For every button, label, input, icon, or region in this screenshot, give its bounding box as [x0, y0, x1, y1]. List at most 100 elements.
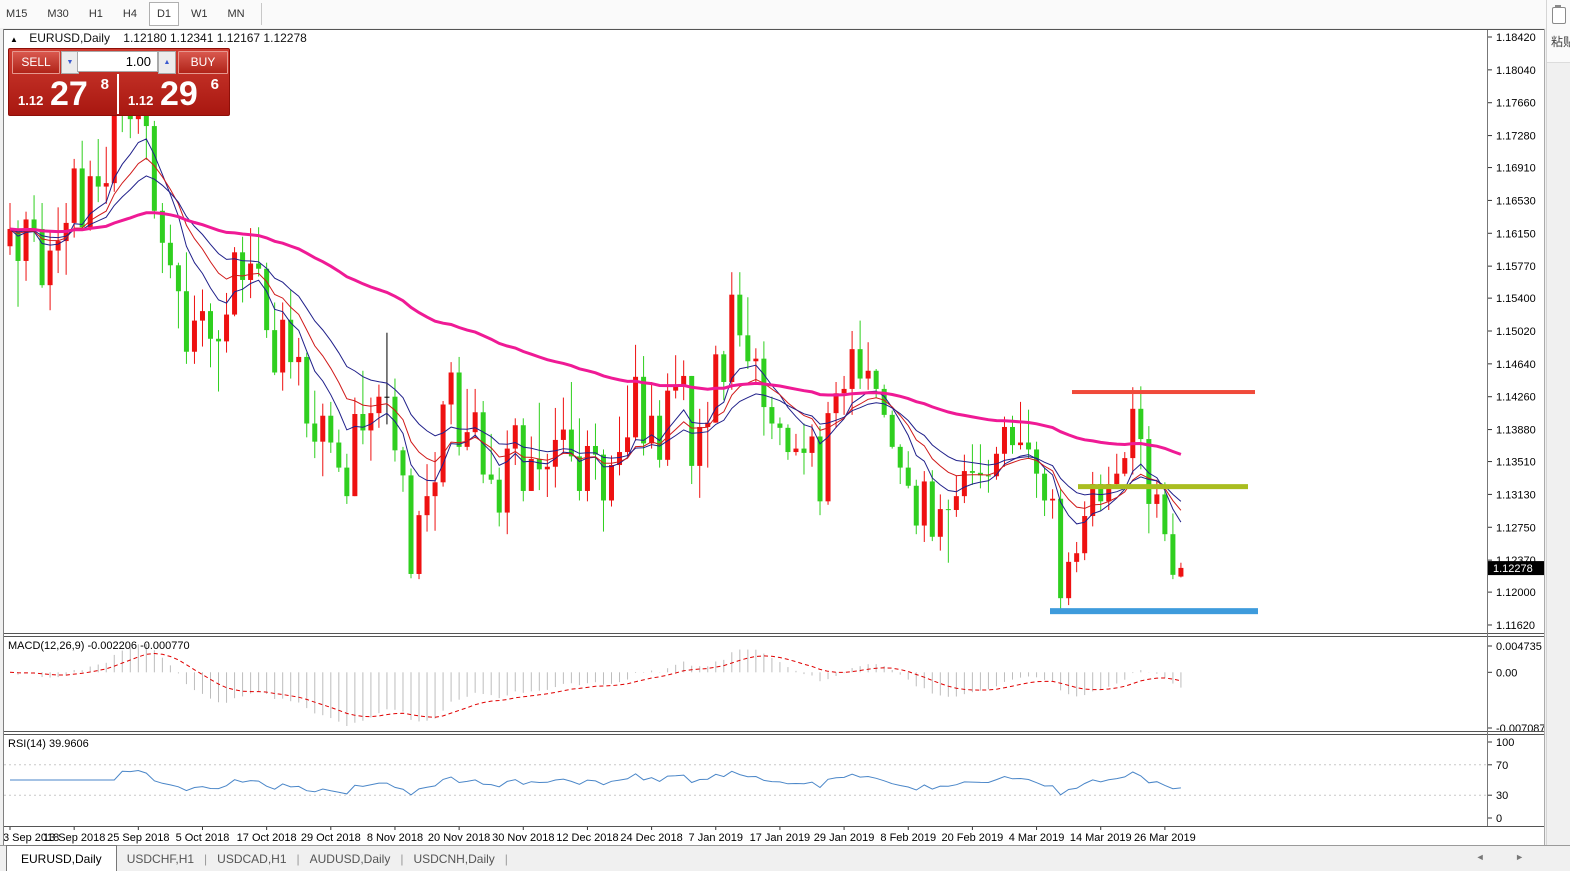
- candle-body: [938, 509, 943, 537]
- price-scale-label: 1.12000: [1496, 587, 1536, 599]
- candle-body: [505, 449, 510, 513]
- rsi-scale-label: 0: [1496, 813, 1502, 825]
- candle-body: [769, 407, 774, 423]
- candle-body: [80, 168, 85, 227]
- tab-scroll-arrows: ◄ ►: [1476, 852, 1538, 862]
- candle-wick: [948, 500, 949, 563]
- rsi-scale-label: 70: [1496, 760, 1508, 772]
- candle-body: [689, 376, 694, 466]
- ask-price-pip: 6: [211, 76, 219, 93]
- candle-body: [1154, 494, 1159, 504]
- candle-body: [649, 416, 654, 444]
- date-axis-label: 5 Oct 2018: [176, 832, 230, 844]
- trend-hline-0[interactable]: [1072, 390, 1255, 394]
- trend-hline-1[interactable]: [1078, 484, 1248, 489]
- candle-body: [954, 496, 959, 510]
- sell-button[interactable]: SELL: [12, 51, 60, 74]
- date-axis-label: 17 Oct 2018: [237, 832, 297, 844]
- candle-body: [946, 509, 951, 510]
- candle-body: [320, 416, 325, 442]
- chart-header: ▲ EURUSD,Daily 1.12180 1.12341 1.12167 1…: [10, 31, 307, 45]
- candle-body: [304, 357, 309, 424]
- candle-body: [545, 467, 550, 470]
- chart-tab-usdcnh-daily[interactable]: USDCNH,Daily: [403, 847, 504, 871]
- candle-body: [1178, 568, 1183, 577]
- chart-tab-eurusd-daily[interactable]: EURUSD,Daily: [6, 845, 117, 871]
- candle-body: [72, 168, 77, 222]
- chart-canvas[interactable]: 100703000.0047350.00-0.0070871.184201.18…: [0, 0, 1570, 871]
- candle-body: [441, 404, 446, 482]
- tab-separator: |: [505, 852, 508, 866]
- candle-wick: [106, 147, 107, 204]
- trend-hline-2[interactable]: [1050, 608, 1258, 614]
- chart-tab-audusd-daily[interactable]: AUDUSD,Daily: [300, 847, 401, 871]
- ask-price-big: 29: [160, 75, 198, 114]
- candle-body: [521, 425, 526, 491]
- candle-body: [625, 437, 630, 452]
- price-scale-label: 1.16910: [1496, 163, 1536, 175]
- candle-body: [513, 425, 518, 448]
- candle-body: [1114, 474, 1119, 484]
- candle-body: [192, 321, 197, 352]
- trade-panel-top-row: SELL ▼ 1.00 ▲ BUY: [9, 49, 229, 74]
- macd-scale-label: 0.00: [1496, 667, 1517, 679]
- candle-body: [1002, 427, 1007, 454]
- candle-body: [409, 475, 414, 574]
- paste-button[interactable]: 粘贴: [1547, 0, 1570, 62]
- candle-body: [858, 349, 863, 378]
- candle-body: [208, 311, 213, 339]
- candle-wick: [707, 402, 708, 468]
- candle-wick: [1052, 489, 1053, 518]
- candle-body: [328, 416, 333, 443]
- date-axis-label: 13 Sep 2018: [43, 832, 105, 844]
- candle-body: [48, 251, 53, 286]
- chart-tab-usdcad-h1[interactable]: USDCAD,H1: [207, 847, 296, 871]
- ask-quote[interactable]: 1.12 29 6: [120, 75, 227, 113]
- tab-scroll-right-icon[interactable]: ►: [1515, 852, 1538, 862]
- date-axis-label: 30 Nov 2018: [492, 832, 554, 844]
- candle-wick: [1028, 410, 1029, 459]
- candle-body: [1018, 443, 1023, 446]
- price-scale-label: 1.14260: [1496, 392, 1536, 404]
- date-axis-label: 7 Jan 2019: [689, 832, 743, 844]
- candle-body: [288, 320, 293, 362]
- candle-body: [914, 486, 919, 526]
- candle-body: [785, 428, 790, 452]
- collapse-panel-icon[interactable]: ▲: [10, 35, 18, 44]
- price-scale-label: 1.16150: [1496, 228, 1536, 240]
- date-axis-label: 8 Nov 2018: [367, 832, 423, 844]
- candle-body: [641, 377, 646, 444]
- bid-quote[interactable]: 1.12 27 8: [10, 75, 117, 113]
- bid-price-big: 27: [50, 75, 88, 114]
- candle-body: [449, 372, 454, 404]
- candle-body: [384, 397, 389, 398]
- volume-input[interactable]: 1.00: [77, 51, 158, 72]
- candle-body: [264, 269, 269, 330]
- price-scale-label: 1.16530: [1496, 195, 1536, 207]
- tab-scroll-left-icon[interactable]: ◄: [1476, 852, 1499, 862]
- candle-body: [874, 371, 879, 389]
- volume-increase-button[interactable]: ▲: [158, 51, 176, 74]
- candle-wick: [619, 417, 620, 476]
- candle-body: [561, 430, 566, 440]
- candle-body: [850, 349, 855, 389]
- candle-body: [32, 219, 37, 229]
- chart-tabs: EURUSD,DailyUSDCHF,H1|USDCAD,H1|AUDUSD,D…: [6, 846, 508, 871]
- candle-body: [1074, 553, 1079, 562]
- candle-body: [344, 468, 349, 497]
- candle-body: [1130, 409, 1135, 458]
- chart-tab-usdchf-h1[interactable]: USDCHF,H1: [117, 847, 204, 871]
- price-scale-label: 1.14640: [1496, 359, 1536, 371]
- candle-body: [537, 459, 542, 469]
- candle-body: [906, 468, 911, 486]
- candle-body: [360, 414, 365, 430]
- price-scale-label: 1.13510: [1496, 457, 1536, 469]
- candle-body: [200, 311, 205, 321]
- candle-wick: [779, 417, 780, 445]
- buy-button[interactable]: BUY: [178, 51, 228, 74]
- date-axis-label: 25 Sep 2018: [107, 832, 169, 844]
- candle-wick: [34, 195, 35, 242]
- candle-body: [801, 449, 806, 453]
- candle-body: [1042, 474, 1047, 501]
- candle-body: [24, 219, 29, 261]
